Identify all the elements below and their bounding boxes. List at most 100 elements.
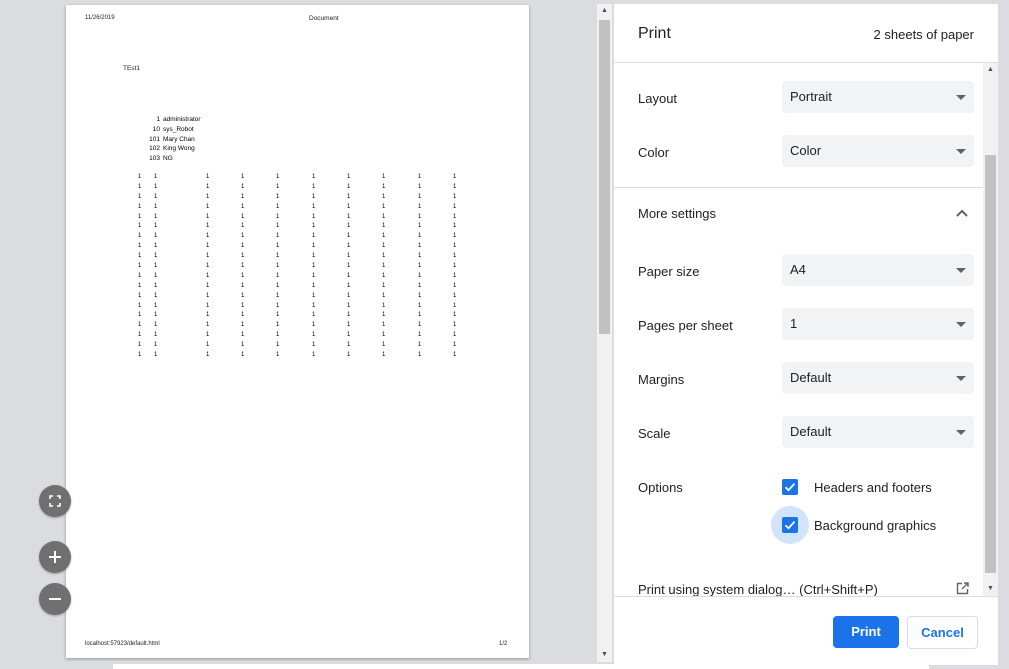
grid-cell: 1 xyxy=(276,292,280,299)
fit-to-page-button[interactable] xyxy=(39,485,71,517)
scroll-up-arrow-icon[interactable]: ▲ xyxy=(597,4,612,18)
grid-cell: 1 xyxy=(138,282,142,289)
color-select[interactable]: Color xyxy=(782,135,974,167)
grid-cell: 1 xyxy=(276,223,280,230)
grid-cell: 1 xyxy=(382,302,386,309)
layout-label: Layout xyxy=(638,91,678,106)
grid-cell: 1 xyxy=(453,203,457,210)
grid-cell: 1 xyxy=(312,292,316,299)
grid-cell: 1 xyxy=(418,322,422,329)
grid-cell: 1 xyxy=(382,253,386,260)
grid-cell: 1 xyxy=(347,332,351,339)
grid-cell: 1 xyxy=(154,183,158,190)
grid-cell: 1 xyxy=(312,352,316,359)
grid-cell: 1 xyxy=(138,223,142,230)
grid-cell: 1 xyxy=(241,223,245,230)
grid-cell: 1 xyxy=(154,233,158,240)
grid-cell: 1 xyxy=(138,272,142,279)
user-row: 10 sys_Robot xyxy=(144,125,201,135)
grid-cell: 1 xyxy=(347,272,351,279)
grid-cell: 1 xyxy=(312,322,316,329)
preview-scrollbar[interactable]: ▲ ▼ xyxy=(597,4,612,662)
grid-cell: 1 xyxy=(453,322,457,329)
grid-cell: 1 xyxy=(241,352,245,359)
user-id: 102 xyxy=(149,145,160,153)
zoom-out-button[interactable] xyxy=(39,583,71,615)
grid-cell: 1 xyxy=(347,223,351,230)
preview-scroll-thumb[interactable] xyxy=(599,20,610,334)
grid-cell: 1 xyxy=(418,183,422,190)
grid-cell: 1 xyxy=(418,233,422,240)
grid-cell: 1 xyxy=(241,243,245,250)
grid-cell: 1 xyxy=(276,203,280,210)
settings-scrollbar[interactable]: ▲ ▼ xyxy=(983,63,998,596)
grid-cell: 1 xyxy=(241,282,245,289)
headers-footers-checkbox[interactable] xyxy=(782,479,798,495)
grid-cell: 1 xyxy=(453,352,457,359)
grid-cell: 1 xyxy=(312,174,316,180)
grid-cell: 1 xyxy=(382,243,386,250)
grid-cell: 1 xyxy=(418,282,422,289)
grid-cell: 1 xyxy=(453,253,457,260)
settings-list: Layout Portrait Color Color More setting… xyxy=(614,63,998,596)
grid-cell: 1 xyxy=(276,233,280,240)
grid-cell: 1 xyxy=(418,253,422,260)
grid-cell: 1 xyxy=(154,352,158,359)
chevron-up-icon xyxy=(956,209,968,217)
margins-select[interactable]: Default xyxy=(782,362,974,394)
grid-cell: 1 xyxy=(206,213,210,220)
grid-cell: 1 xyxy=(382,322,386,329)
grid-cell: 1 xyxy=(347,233,351,240)
grid-cell: 1 xyxy=(347,203,351,210)
grid-cell: 1 xyxy=(206,243,210,250)
grid-cell: 1 xyxy=(418,342,422,349)
background-graphics-checkbox[interactable] xyxy=(782,517,798,533)
dropdown-arrow-icon xyxy=(956,322,966,327)
grid-cell: 1 xyxy=(138,203,142,210)
grid-cell: 1 xyxy=(382,203,386,210)
grid-cell: 1 xyxy=(206,342,210,349)
print-button[interactable]: Print xyxy=(833,616,899,648)
zoom-in-button[interactable] xyxy=(39,541,71,573)
grid-cell: 1 xyxy=(312,263,316,270)
grid-cell: 1 xyxy=(241,302,245,309)
grid-cell: 1 xyxy=(382,174,386,180)
layout-select[interactable]: Portrait xyxy=(782,81,974,113)
grid-cell: 1 xyxy=(276,174,280,180)
scroll-down-arrow-icon[interactable]: ▼ xyxy=(983,582,998,596)
margins-label: Margins xyxy=(638,372,685,387)
grid-cell: 1 xyxy=(206,183,210,190)
open-in-new-icon[interactable] xyxy=(956,582,969,595)
settings-scroll-thumb[interactable] xyxy=(985,155,996,573)
grid-cell: 1 xyxy=(312,282,316,289)
grid-cell: 1 xyxy=(154,203,158,210)
grid-cell: 1 xyxy=(382,312,386,319)
background-graphics-label: Background graphics xyxy=(814,518,937,533)
scroll-up-arrow-icon[interactable]: ▲ xyxy=(983,63,998,77)
grid-cell: 1 xyxy=(138,253,142,260)
grid-cell: 1 xyxy=(241,332,245,339)
more-settings-toggle[interactable]: More settings xyxy=(614,196,998,232)
grid-cell: 1 xyxy=(418,174,422,180)
grid-cell: 1 xyxy=(138,342,142,349)
scroll-down-arrow-icon[interactable]: ▼ xyxy=(597,648,612,662)
grid-cell: 1 xyxy=(206,312,210,319)
pages-per-sheet-value: 1 xyxy=(790,316,798,331)
grid-cell: 1 xyxy=(276,272,280,279)
checkmark-icon xyxy=(784,521,796,530)
sheet-count: 2 sheets of paper xyxy=(873,27,974,42)
paper-size-select[interactable]: A4 xyxy=(782,254,974,286)
pages-per-sheet-select[interactable]: 1 xyxy=(782,308,974,340)
cancel-button[interactable]: Cancel xyxy=(907,616,978,649)
grid-cell: 1 xyxy=(206,203,210,210)
grid-cell: 1 xyxy=(241,233,245,240)
system-dialog-link[interactable]: Print using system dialog… (Ctrl+Shift+P… xyxy=(638,582,878,596)
grid-cell: 1 xyxy=(453,174,457,180)
grid-cell: 1 xyxy=(382,292,386,299)
grid-cell: 1 xyxy=(241,292,245,299)
grid-cell: 1 xyxy=(382,342,386,349)
scale-select[interactable]: Default xyxy=(782,416,974,448)
user-row: 1 administrator xyxy=(144,115,200,125)
grid-cell: 1 xyxy=(312,302,316,309)
grid-cell: 1 xyxy=(154,312,158,319)
